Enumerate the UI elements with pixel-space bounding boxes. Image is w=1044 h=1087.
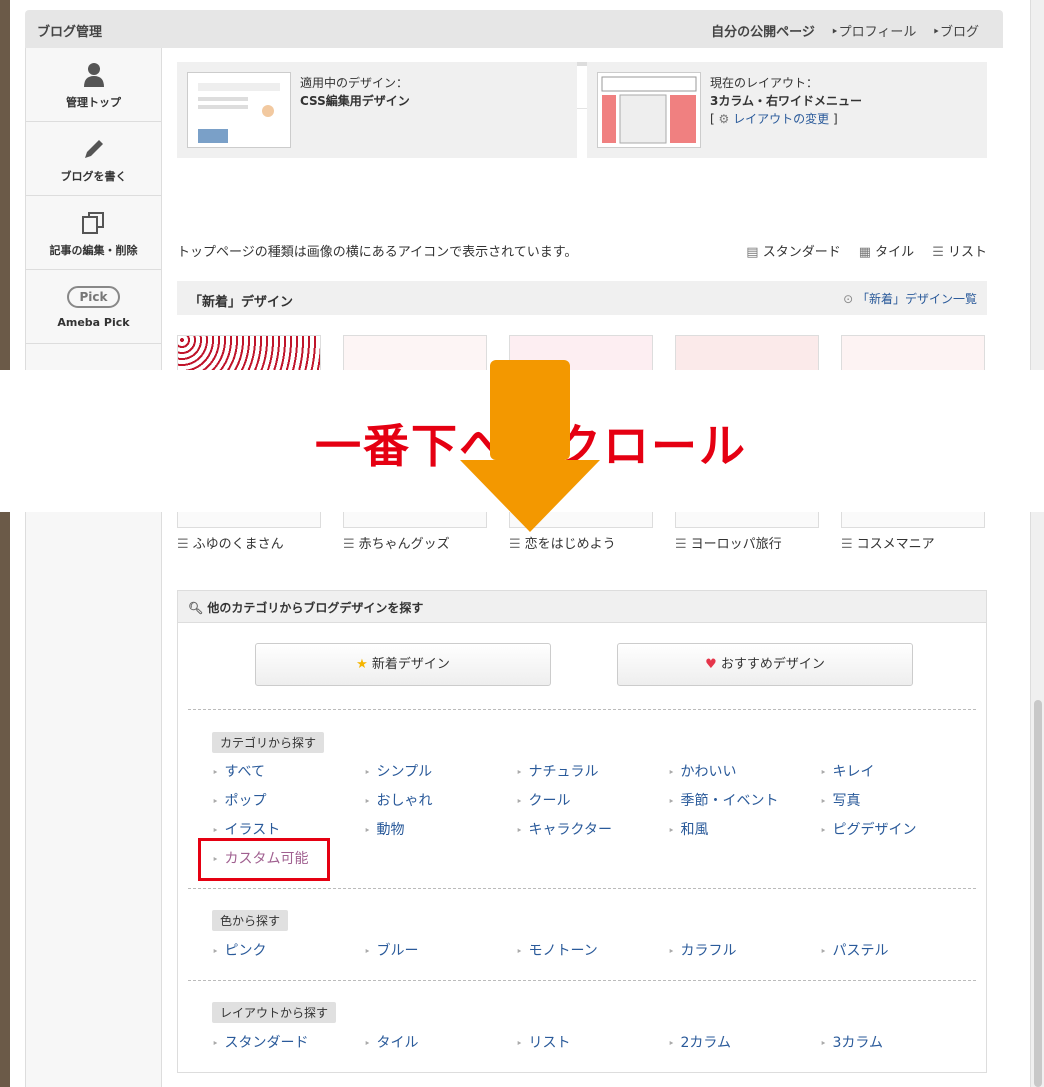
category-link[interactable]: 和風 <box>668 819 709 839</box>
design-tile-name[interactable]: ☰ コスメマニア <box>841 533 935 552</box>
layout-change-link[interactable]: レイアウトの変更 <box>733 112 829 126</box>
current-layout-label: 現在のレイアウト： <box>710 76 819 90</box>
sidebar-item-label: 管理トップ <box>66 96 121 109</box>
color-link[interactable]: ピンク <box>212 940 267 960</box>
category-link[interactable]: 季節・イベント <box>668 790 779 810</box>
layout-link[interactable]: スタンダード <box>212 1032 309 1052</box>
category-link[interactable]: 写真 <box>820 790 861 810</box>
sidebar-item-label: 記事の編集・削除 <box>49 244 138 257</box>
pencil-icon <box>84 140 103 158</box>
app-title: ブログ管理 <box>37 25 103 40</box>
top-links: 自分の公開ページ ‣プロフィール ‣ブログ <box>711 21 979 40</box>
category-link[interactable]: おしゃれ <box>364 790 433 810</box>
sidebar-item-top[interactable]: 管理トップ <box>26 48 161 122</box>
gear-icon: ⚙ <box>718 112 730 126</box>
current-design-panel: 適用中のデザイン： CSS編集用デザイン <box>177 62 577 158</box>
list-icon: ☰ <box>675 537 687 552</box>
color-link[interactable]: ブルー <box>364 940 419 960</box>
bracket-close: ] <box>832 112 838 126</box>
sidebar-item-write[interactable]: ブログを書く <box>26 122 161 196</box>
sidebar-item-edit[interactable]: 記事の編集・削除 <box>26 196 161 270</box>
current-design-thumbnail[interactable] <box>187 72 291 148</box>
category-link[interactable]: キャラクター <box>516 819 612 839</box>
bracket-open: [ <box>710 112 715 126</box>
search-icon: 🔍︎ <box>188 601 204 615</box>
color-link[interactable]: カラフル <box>668 940 737 960</box>
public-page-link[interactable]: 自分の公開ページ <box>711 21 815 40</box>
view-type-legend: ▤ スタンダード ▦ タイル ☰ リスト <box>746 241 987 260</box>
list-icon: ☰ <box>343 537 355 552</box>
design-tile-name[interactable]: ☰ 恋をはじめよう <box>509 533 616 552</box>
type-list: ☰ リスト <box>932 245 987 260</box>
play-circle-icon: ⊙ <box>843 292 854 306</box>
design-tile-name[interactable]: ☰ ふゆのくまさん <box>177 533 284 552</box>
description: トップページの種類は画像の横にあるアイコンで表示されています。 ▤ スタンダード… <box>177 241 987 260</box>
type-standard: ▤ スタンダード <box>746 245 841 260</box>
scrollbar-thumb[interactable] <box>1034 700 1042 1087</box>
recommended-designs-button[interactable]: ♥ おすすめデザイン <box>617 643 913 686</box>
category-link[interactable]: ピグデザイン <box>820 819 917 839</box>
category-label: カテゴリから探す <box>212 732 325 753</box>
new-designs-list-link[interactable]: ⊙ 「新着」デザイン一覧 <box>843 290 977 307</box>
category-link[interactable]: ナチュラル <box>516 761 599 781</box>
color-label: 色から探す <box>212 910 289 931</box>
list-icon: ☰ <box>841 537 853 552</box>
down-arrow-icon <box>460 360 600 532</box>
profile-link[interactable]: ‣プロフィール <box>831 21 916 40</box>
design-tile-name[interactable]: ☰ 赤ちゃんグッズ <box>343 533 450 552</box>
pick-badge: Pick <box>67 286 120 308</box>
category-link[interactable]: ポップ <box>212 790 267 810</box>
custom-highlight-box <box>198 838 330 881</box>
type-tile: ▦ タイル <box>858 245 915 260</box>
sidebar-item-label: ブログを書く <box>60 170 127 183</box>
top-bar: ブログ管理 自分の公開ページ ‣プロフィール ‣ブログ <box>25 10 1003 48</box>
user-icon <box>83 63 104 87</box>
color-link[interactable]: パステル <box>820 940 889 960</box>
star-icon: ★ <box>356 657 368 672</box>
list-icon: ☰ <box>932 245 944 260</box>
scrollbar[interactable] <box>1030 0 1044 1087</box>
layout-link[interactable]: 2カラム <box>668 1032 732 1052</box>
heart-icon: ♥ <box>705 657 717 672</box>
category-search-panel: 🔍︎ 他のカテゴリからブログデザインを探す ★ 新着デザイン ♥ おすすめデザイ… <box>177 590 987 1073</box>
category-link[interactable]: キレイ <box>820 761 875 781</box>
new-designs-bar: 「新着」デザイン ⊙ 「新着」デザイン一覧 <box>177 281 987 315</box>
list-icon: ☰ <box>177 537 189 552</box>
sidebar-item-pick[interactable]: Pick Ameba Pick <box>26 270 161 344</box>
category-link[interactable]: シンプル <box>364 761 433 781</box>
current-layout-name: 3カラム・右ワイドメニュー <box>710 94 862 108</box>
blog-link[interactable]: ‣ブログ <box>932 21 979 40</box>
new-designs-button[interactable]: ★ 新着デザイン <box>255 643 551 686</box>
category-link[interactable]: クール <box>516 790 571 810</box>
design-tile-name[interactable]: ☰ ヨーロッパ旅行 <box>675 533 782 552</box>
documents-icon <box>81 212 104 234</box>
category-link[interactable]: すべて <box>212 761 265 781</box>
category-link[interactable]: イラスト <box>212 819 281 839</box>
list-icon: ☰ <box>509 537 521 552</box>
layout-label: レイアウトから探す <box>212 1002 337 1023</box>
document-icon: ▤ <box>746 245 759 260</box>
description-text: トップページの種類は画像の横にあるアイコンで表示されています。 <box>177 245 578 260</box>
sidebar: 管理トップ ブログを書く 記事の編集・削除 Pick Ameba Pick <box>25 48 162 1087</box>
layout-link[interactable]: 3カラム <box>820 1032 884 1052</box>
layout-link[interactable]: タイル <box>364 1032 419 1052</box>
new-designs-title: 「新着」デザイン <box>189 295 294 310</box>
category-search-header: 🔍︎ 他のカテゴリからブログデザインを探す <box>178 591 986 623</box>
category-link[interactable]: かわいい <box>668 761 737 781</box>
layout-link[interactable]: リスト <box>516 1032 571 1052</box>
color-link[interactable]: モノトーン <box>516 940 598 960</box>
current-design-label: 適用中のデザイン： <box>300 76 409 90</box>
category-link[interactable]: 動物 <box>364 819 405 839</box>
current-layout-thumbnail <box>597 72 701 148</box>
current-layout-panel: 現在のレイアウト： 3カラム・右ワイドメニュー [ ⚙ レイアウトの変更 ] <box>587 62 987 158</box>
current-design-name: CSS編集用デザイン <box>300 94 410 108</box>
sidebar-item-label: Ameba Pick <box>57 316 130 329</box>
grid-icon: ▦ <box>858 245 872 260</box>
